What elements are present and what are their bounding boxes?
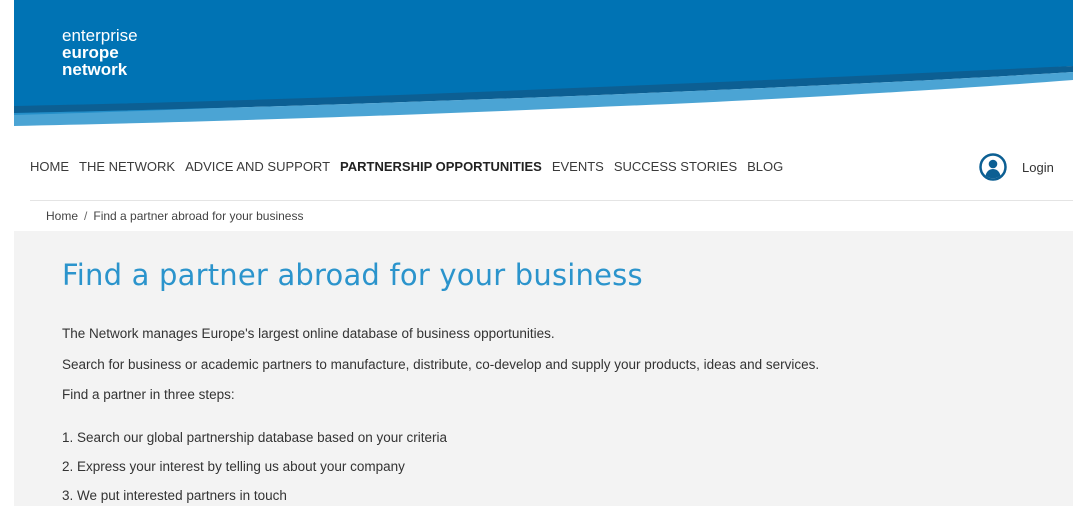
page-title: Find a partner abroad for your business — [62, 258, 643, 292]
breadcrumb-separator: / — [84, 209, 88, 223]
login-label: Login — [1022, 159, 1054, 175]
intro-paragraph-1: The Network manages Europe's largest onl… — [62, 326, 555, 341]
step-item-2: 2. Express your interest by telling us a… — [62, 459, 405, 474]
step-item-1: 1. Search our global partnership databas… — [62, 430, 447, 445]
logo-line-europe: europe — [62, 43, 119, 62]
intro-paragraph-3: Find a partner in three steps: — [62, 387, 235, 402]
nav-item-events[interactable]: EVENTS — [552, 159, 604, 174]
nav-item-blog[interactable]: BLOG — [747, 159, 783, 174]
nav-item-the-network[interactable]: THE NETWORK — [79, 159, 175, 174]
nav-item-partnership-opportunities[interactable]: PARTNERSHIP OPPORTUNITIES — [340, 159, 542, 174]
nav-item-home[interactable]: HOME — [30, 159, 69, 174]
header-banner: enterprise europe network — [14, 0, 1073, 128]
nav-divider — [30, 200, 1073, 201]
breadcrumb-home-link[interactable]: Home — [46, 209, 78, 223]
login-link[interactable]: Login — [979, 153, 1054, 181]
logo-line-network: network — [62, 60, 128, 79]
nav-item-advice-and-support[interactable]: ADVICE AND SUPPORT — [185, 159, 330, 174]
logo-line-enterprise: enterprise — [62, 26, 138, 45]
user-circle-icon — [979, 153, 1007, 181]
intro-paragraph-2: Search for business or academic partners… — [62, 357, 820, 372]
main-content: Find a partner abroad for your business … — [14, 231, 1073, 506]
header-wave-graphic — [14, 0, 1073, 126]
breadcrumb-current: Find a partner abroad for your business — [93, 209, 304, 223]
nav-item-success-stories[interactable]: SUCCESS STORIES — [614, 159, 737, 174]
step-item-3: 3. We put interested partners in touch — [62, 488, 287, 503]
main-nav: HOME THE NETWORK ADVICE AND SUPPORT PART… — [30, 159, 793, 174]
logo[interactable]: enterprise europe network — [62, 27, 138, 78]
breadcrumb: Home / Find a partner abroad for your busi… — [46, 209, 303, 223]
